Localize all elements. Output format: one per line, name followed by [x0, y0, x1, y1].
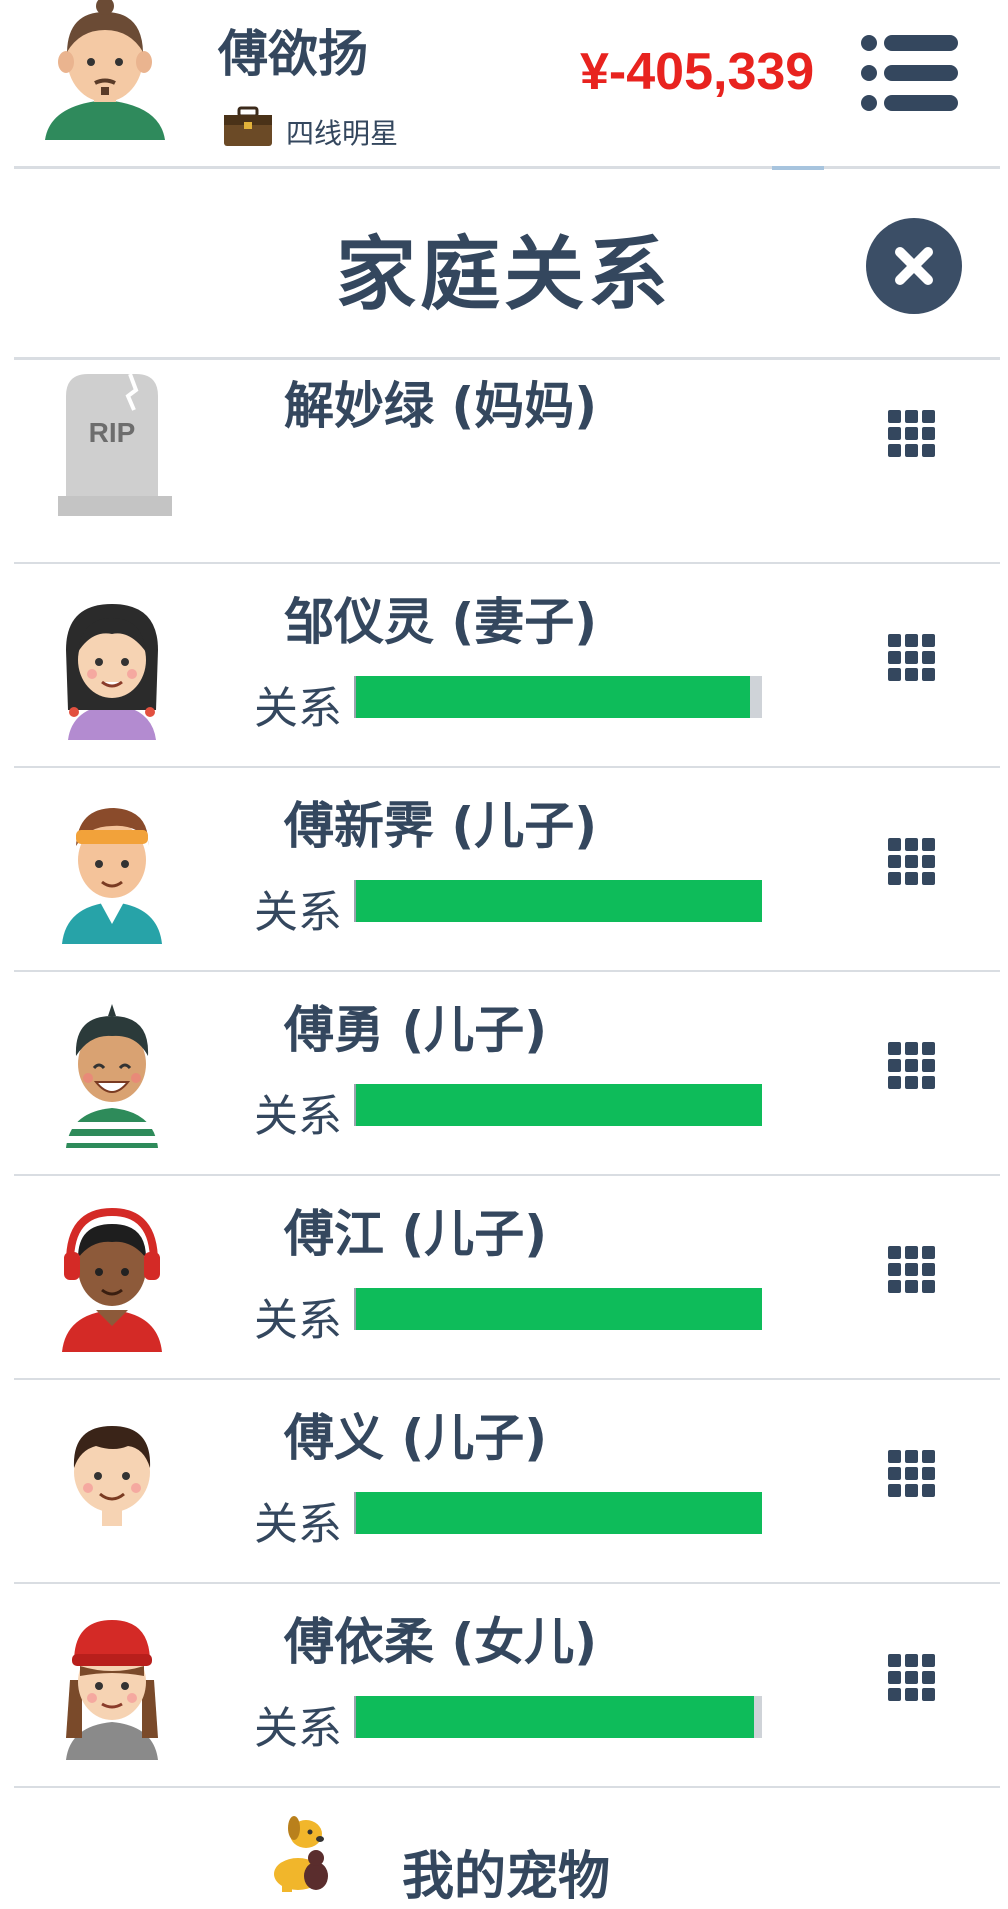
member-name: 傅新霁 (儿子) [284, 797, 598, 855]
family-member-row[interactable]: 傅江 (儿子) 关系 [14, 1176, 1000, 1380]
family-member-row[interactable]: 傅依柔 (女儿) 关系 [14, 1584, 1000, 1788]
member-name: 傅江 (儿子) [284, 1205, 548, 1263]
grid-menu-icon[interactable] [888, 1450, 936, 1498]
relationship-bar-fill [356, 1084, 762, 1126]
dog-icon [274, 1816, 328, 1892]
relationship-label: 关系 [254, 1703, 342, 1754]
grid-menu-icon[interactable] [888, 838, 936, 886]
relationship-label: 关系 [254, 1091, 342, 1142]
relationship-label: 关系 [254, 887, 342, 938]
family-member-row[interactable]: 邹仪灵 (妻子) 关系 [14, 564, 1000, 768]
modal-title: 家庭关系 [336, 228, 672, 321]
rip-tombstone-icon: RIP [52, 366, 178, 516]
member-name: 邹仪灵 (妻子) [284, 593, 598, 651]
grid-menu-icon[interactable] [888, 1246, 936, 1294]
my-pets-label: 我的宠物 [402, 1847, 611, 1907]
grid-menu-icon[interactable] [888, 634, 936, 682]
member-avatar [52, 1202, 172, 1352]
relationship-bar [354, 1492, 762, 1534]
top-bar: 傅欲扬 四线明星 ¥-405,339 [0, 0, 1008, 168]
member-name: 傅依柔 (女儿) [284, 1613, 598, 1671]
close-icon [895, 247, 933, 285]
player-avatar[interactable] [40, 0, 170, 150]
family-member-row[interactable]: RIP 解妙绿 (妈妈) [14, 360, 1000, 564]
relationship-label: 关系 [254, 1499, 342, 1550]
member-name: 傅义 (儿子) [284, 1409, 548, 1467]
relationship-bar [354, 1084, 762, 1126]
relationship-bar-fill [356, 880, 762, 922]
relationship-label: 关系 [254, 683, 342, 734]
grid-menu-icon[interactable] [888, 410, 936, 458]
family-member-row[interactable]: 傅勇 (儿子) 关系 [14, 972, 1000, 1176]
job-title: 四线明星 [286, 117, 399, 150]
relationship-bar [354, 676, 762, 718]
money-balance: ¥-405,339 [580, 43, 815, 101]
member-name: 解妙绿 (妈妈) [284, 377, 598, 435]
relationship-bar-fill [356, 676, 750, 718]
close-button[interactable] [866, 218, 962, 314]
relationship-bar [354, 1696, 762, 1738]
relationship-bar [354, 880, 762, 922]
family-member-row[interactable]: 傅义 (儿子) 关系 [14, 1380, 1000, 1584]
header-indicator [772, 166, 824, 170]
member-avatar [52, 794, 172, 944]
my-pets-button[interactable]: 我的宠物 [0, 1768, 1008, 1907]
svg-text:RIP: RIP [89, 417, 136, 448]
relationship-label: 关系 [254, 1295, 342, 1346]
relationship-bar-fill [356, 1288, 762, 1330]
relationship-bar [354, 1288, 762, 1330]
member-avatar [52, 998, 172, 1148]
relationship-bar-fill [356, 1696, 754, 1738]
list-menu-icon[interactable] [860, 34, 960, 114]
grid-menu-icon[interactable] [888, 1042, 936, 1090]
member-avatar [52, 1610, 172, 1760]
member-name: 傅勇 (儿子) [284, 1001, 548, 1059]
player-name: 傅欲扬 [218, 25, 368, 83]
briefcase-icon [224, 106, 272, 146]
family-member-row[interactable]: 傅新霁 (儿子) 关系 [14, 768, 1000, 972]
member-avatar [52, 1406, 172, 1556]
header-divider [14, 166, 1000, 169]
grid-menu-icon[interactable] [888, 1654, 936, 1702]
member-avatar [52, 590, 172, 740]
relationship-bar-fill [356, 1492, 762, 1534]
